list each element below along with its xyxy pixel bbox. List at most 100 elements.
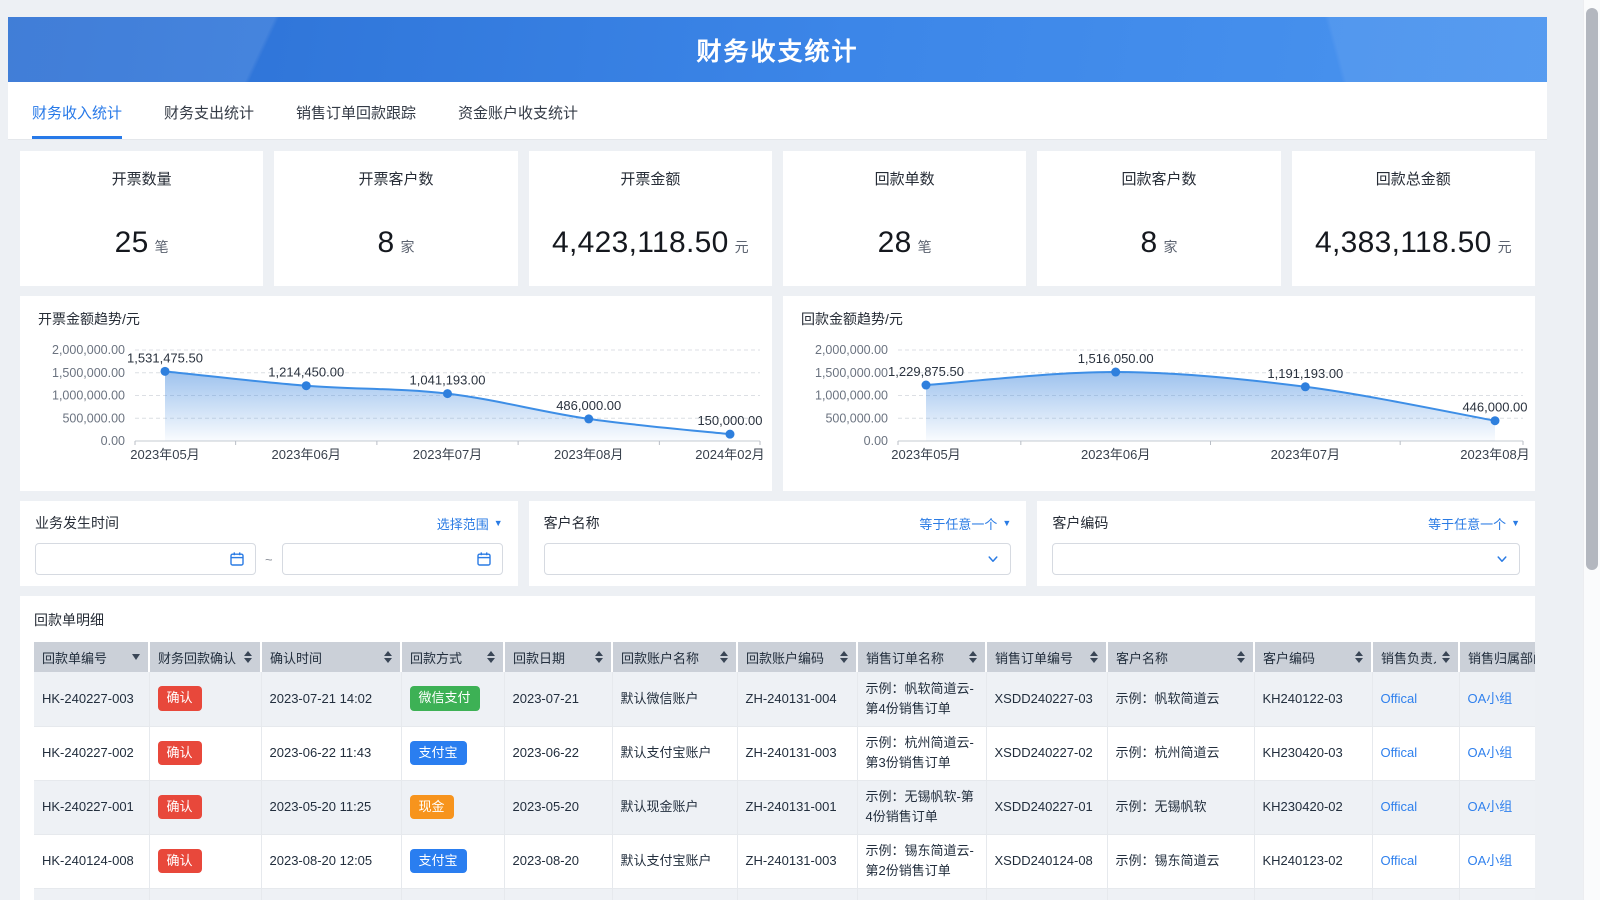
cell-sales_dept[interactable]: OA小组 bbox=[1459, 834, 1535, 888]
column-sort-icon[interactable] bbox=[1231, 651, 1245, 663]
cell-sales_owner[interactable]: Offical bbox=[1372, 834, 1459, 888]
column-sort-icon[interactable] bbox=[963, 651, 977, 663]
cell-link[interactable]: Offical bbox=[1381, 853, 1418, 868]
svg-text:2023年06月: 2023年06月 bbox=[1081, 447, 1150, 462]
column-filter-icon[interactable] bbox=[132, 654, 140, 660]
column-sort-icon[interactable] bbox=[714, 651, 728, 663]
tab-2[interactable]: 财务支出统计 bbox=[164, 102, 254, 139]
dashboard-page: 财务收支统计 财务收入统计财务支出统计销售订单回款跟踪资金账户收支统计 开票数量… bbox=[0, 0, 1600, 900]
sort-desc-icon bbox=[1090, 658, 1098, 663]
table-title: 回款单明细 bbox=[34, 610, 1521, 630]
cell-confirm_time bbox=[261, 888, 401, 900]
column-header-inner: 客户名称 bbox=[1116, 648, 1245, 667]
column-sort-icon[interactable] bbox=[1436, 651, 1450, 663]
tab-1[interactable]: 财务收入统计 bbox=[32, 102, 122, 139]
cell-date: 2023-08-20 bbox=[504, 834, 612, 888]
column-label: 客户名称 bbox=[1116, 648, 1168, 667]
column-sort-icon[interactable] bbox=[481, 651, 495, 663]
cell-confirm_time: 2023-07-21 14:02 bbox=[261, 672, 401, 726]
date-range-separator: ~ bbox=[265, 552, 273, 567]
table-body: HK-240227-003确认2023-07-21 14:02微信支付2023-… bbox=[34, 672, 1535, 900]
chevron-down-icon bbox=[986, 552, 1000, 566]
cell-link[interactable]: Offical bbox=[1381, 745, 1418, 760]
stat-unit: 元 bbox=[735, 239, 749, 255]
column-header-sales_dept[interactable]: 销售归属部门 bbox=[1459, 642, 1535, 672]
column-sort-icon[interactable] bbox=[378, 651, 392, 663]
cell-sales_owner[interactable]: Offical bbox=[1372, 780, 1459, 834]
filter-customer-name-mode-dropdown[interactable]: 等于任意一个 ▼ bbox=[919, 514, 1011, 533]
column-header-customer_code[interactable]: 客户编码 bbox=[1254, 642, 1372, 672]
column-header-method[interactable]: 回款方式 bbox=[401, 642, 504, 672]
tab-4[interactable]: 资金账户收支统计 bbox=[458, 102, 578, 139]
chart-title: 回款金额趋势/元 bbox=[801, 309, 903, 329]
caret-down-icon: ▼ bbox=[494, 519, 503, 528]
calendar-icon bbox=[476, 551, 492, 567]
cell-sales_dept[interactable]: OA小组 bbox=[1459, 672, 1535, 726]
sort-desc-icon bbox=[384, 658, 392, 663]
cell-link[interactable]: Offical bbox=[1381, 799, 1418, 814]
filter-business-time-mode-dropdown[interactable]: 选择范围 ▼ bbox=[437, 514, 503, 533]
column-header-code[interactable]: 回款单编号 bbox=[34, 642, 149, 672]
filter-customer-code-mode-dropdown[interactable]: 等于任意一个 ▼ bbox=[1428, 514, 1520, 533]
sort-desc-icon bbox=[1442, 658, 1450, 663]
stat-value: 25 笔 bbox=[20, 226, 263, 260]
stat-number: 25 bbox=[115, 226, 149, 259]
sort-desc-icon bbox=[487, 658, 495, 663]
column-header-sales_owner[interactable]: 销售负责人 bbox=[1372, 642, 1459, 672]
column-sort-icon[interactable] bbox=[238, 651, 252, 663]
column-header-confirm_time[interactable]: 确认时间 bbox=[261, 642, 401, 672]
customer-name-select[interactable] bbox=[544, 543, 1012, 575]
cell-order_name: 示例：杭州简道云-第3份销售订单 bbox=[857, 726, 986, 780]
cell-code bbox=[34, 888, 149, 900]
column-sort-icon[interactable] bbox=[1084, 651, 1098, 663]
svg-text:2024年02月: 2024年02月 bbox=[695, 447, 764, 462]
stat-unit: 家 bbox=[400, 239, 414, 255]
svg-text:1,214,450.00: 1,214,450.00 bbox=[268, 365, 344, 380]
cell-link[interactable]: OA小组 bbox=[1468, 691, 1513, 706]
column-sort-icon[interactable] bbox=[1349, 651, 1363, 663]
cell-link[interactable]: Offical bbox=[1381, 691, 1418, 706]
cell-order_name: 示例：锡东简道云-第2份销售订单 bbox=[857, 834, 986, 888]
cell-sales_dept[interactable]: OA小组 bbox=[1459, 780, 1535, 834]
customer-code-select[interactable] bbox=[1052, 543, 1520, 575]
sort-asc-icon bbox=[969, 651, 977, 656]
cell-order_code: XSDD240124-08 bbox=[986, 834, 1107, 888]
column-header-order_code[interactable]: 销售订单编号 bbox=[986, 642, 1107, 672]
stat-label: 开票金额 bbox=[529, 168, 772, 189]
column-header-account_name[interactable]: 回款账户名称 bbox=[612, 642, 737, 672]
table-row-2: HK-240227-002确认2023-06-22 11:43支付宝2023-0… bbox=[34, 726, 1535, 780]
column-header-date[interactable]: 回款日期 bbox=[504, 642, 612, 672]
column-header-inner: 销售归属部门 bbox=[1468, 648, 1535, 667]
cell-account_code: ZH-240131-003 bbox=[737, 834, 857, 888]
cell-link[interactable]: OA小组 bbox=[1468, 853, 1513, 868]
column-header-account_code[interactable]: 回款账户编码 bbox=[737, 642, 857, 672]
cell-sales_owner[interactable]: Offical bbox=[1372, 726, 1459, 780]
column-sort-icon[interactable] bbox=[589, 651, 603, 663]
cell-sales_dept[interactable]: OA小组 bbox=[1459, 726, 1535, 780]
stat-unit: 笔 bbox=[155, 239, 169, 255]
cell-code: HK-240227-002 bbox=[34, 726, 149, 780]
column-header-confirm[interactable]: 财务回款确认 bbox=[149, 642, 261, 672]
cell-link[interactable]: OA小组 bbox=[1468, 799, 1513, 814]
cell-sales_owner[interactable]: Offical bbox=[1372, 672, 1459, 726]
column-header-order_name[interactable]: 销售订单名称 bbox=[857, 642, 986, 672]
cell-account_name: 默认支付宝账户 bbox=[612, 834, 737, 888]
tab-3[interactable]: 销售订单回款跟踪 bbox=[296, 102, 416, 139]
table-row-5 bbox=[34, 888, 1535, 900]
column-header-customer_name[interactable]: 客户名称 bbox=[1107, 642, 1254, 672]
filter-mode-text: 选择范围 bbox=[437, 514, 489, 533]
column-sort-icon[interactable] bbox=[834, 651, 848, 663]
svg-text:2023年07月: 2023年07月 bbox=[413, 447, 482, 462]
page-scrollbar-thumb[interactable] bbox=[1586, 8, 1598, 570]
table-header-row: 回款单编号财务回款确认确认时间回款方式回款日期回款账户名称回款账户编码销售订单名… bbox=[34, 642, 1535, 672]
cell-account_code bbox=[737, 888, 857, 900]
calendar-icon bbox=[229, 551, 245, 567]
stat-card-6: 回款总金额4,383,118.50元 bbox=[1292, 151, 1535, 286]
date-start-input[interactable] bbox=[35, 543, 256, 575]
stat-value: 8家 bbox=[274, 226, 517, 260]
status-badge: 微信支付 bbox=[410, 686, 480, 711]
date-end-input[interactable] bbox=[282, 543, 503, 575]
cell-account_code: ZH-240131-004 bbox=[737, 672, 857, 726]
cell-link[interactable]: OA小组 bbox=[1468, 745, 1513, 760]
stat-card-2: 开票客户数8家 bbox=[274, 151, 517, 286]
